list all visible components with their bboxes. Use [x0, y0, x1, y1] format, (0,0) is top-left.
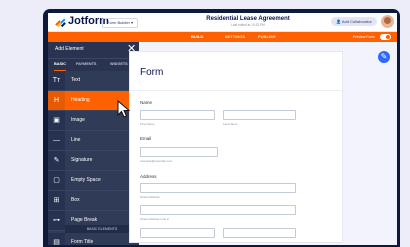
sidebar-item-signature[interactable]: ✎ Signature — [48, 151, 139, 171]
sidebar-item-label: Box — [71, 197, 80, 203]
empty-space-icon: ▢ — [53, 177, 60, 184]
sidebar-tabs: BASIC PAYMENTS WIDGETS — [48, 58, 139, 71]
street-address-2-input[interactable] — [140, 205, 296, 215]
street-address-2-sublabel: Street Address Line 2 — [140, 217, 169, 221]
form-builder-label: Form Builder — [107, 20, 130, 25]
first-name-input[interactable] — [140, 110, 215, 120]
chevron-down-icon: ▾ — [131, 20, 134, 25]
city-input[interactable] — [140, 228, 215, 238]
form-card: Form Name First Name Last Name Email exa… — [129, 51, 343, 243]
street-address-sublabel: Street Address — [140, 195, 160, 199]
last-edited-text: Last edited at 10:33 PM — [231, 23, 265, 27]
sidebar-icon-box: — — [48, 131, 65, 150]
form-title[interactable]: Residential Lease Agreement — [198, 16, 298, 22]
last-name-sublabel: Last Name — [223, 122, 238, 126]
tab-basic[interactable]: BASIC — [54, 59, 66, 71]
form-designer-button[interactable]: ✎ — [378, 51, 390, 63]
sidebar-icon-box: ⊞ — [48, 191, 65, 210]
sidebar-icon-box: ▣ — [48, 111, 65, 130]
form-heading[interactable]: Form — [140, 67, 163, 78]
form-title-icon: ▤ — [53, 239, 60, 245]
preview-form-toggle[interactable] — [380, 34, 391, 40]
sidebar-item-label: Empty Space — [71, 177, 101, 183]
box-icon: ⊞ — [53, 197, 60, 204]
signature-icon: ✎ — [53, 157, 60, 164]
sidebar-item-label: Heading — [71, 97, 90, 103]
sidebar-item-label: Signature — [71, 157, 93, 163]
preview-form-label: Preview Form — [353, 35, 375, 39]
email-input[interactable] — [140, 147, 218, 157]
tab-publish[interactable]: PUBLISH — [258, 32, 276, 42]
sidebar-title: Add Element — [55, 46, 84, 52]
street-address-input[interactable] — [140, 183, 296, 193]
sidebar-icon-box: ✎ — [48, 151, 65, 170]
tab-build[interactable]: BUILD — [191, 32, 203, 42]
top-bar: Jotform Form Builder ▾ Residential Lease… — [48, 13, 397, 32]
tab-settings[interactable]: SETTINGS — [225, 32, 245, 42]
sidebar-icon-box: H — [48, 91, 65, 110]
user-icon: 👤 — [336, 19, 341, 24]
tab-widgets[interactable]: WIDGETS — [110, 59, 128, 70]
sidebar-item-line[interactable]: — Line — [48, 131, 139, 151]
heading-icon: H — [53, 97, 60, 104]
sidebar-item-text[interactable]: Tт Text — [48, 71, 139, 91]
section-label-basic-elements: BASIC ELEMENTS — [65, 225, 139, 233]
email-label: Email — [140, 136, 152, 141]
sidebar-header: Add Element ✕ — [48, 42, 139, 58]
sidebar-icon-box: Tт — [48, 71, 65, 90]
name-label: Name — [140, 100, 153, 105]
tab-payments[interactable]: PAYMENTS — [76, 59, 96, 70]
jotform-logo-icon[interactable] — [54, 16, 68, 28]
sidebar-icon-box: ▤ — [48, 233, 65, 245]
form-builder-dropdown[interactable]: Form Builder ▾ — [102, 18, 139, 28]
sidebar-item-label: Form Title — [71, 239, 94, 245]
text-icon: Tт — [52, 77, 61, 84]
page-break-icon: ⊶ — [53, 217, 60, 224]
divider — [130, 90, 342, 91]
add-collaborator-label: Add Collaborator — [341, 19, 372, 24]
sidebar-item-label: Image — [71, 117, 85, 123]
address-label: Address — [140, 174, 157, 179]
image-icon: ▣ — [53, 117, 60, 124]
builder-nav-bar: BUILD SETTINGS PUBLISH Preview Form — [48, 32, 397, 42]
state-input[interactable] — [223, 228, 296, 238]
avatar[interactable] — [381, 15, 394, 28]
email-sublabel: example@example.com — [140, 159, 173, 163]
sidebar-item-empty-space[interactable]: ▢ Empty Space — [48, 171, 139, 191]
first-name-sublabel: First Name — [140, 122, 155, 126]
sidebar-icon-box: ⊶ — [48, 211, 65, 230]
paint-roller-icon: ✎ — [380, 52, 388, 61]
sidebar-icon-box: ▢ — [48, 171, 65, 190]
mouse-cursor-icon — [117, 100, 131, 118]
sidebar-item-box[interactable]: ⊞ Box — [48, 191, 139, 211]
sidebar-item-label: Text — [71, 77, 81, 83]
last-name-input[interactable] — [223, 110, 296, 120]
sidebar-item-form-title[interactable]: ▤ Form Title — [48, 233, 139, 245]
sidebar-item-label: Line — [71, 137, 81, 143]
add-collaborator-button[interactable]: 👤 Add Collaborator — [331, 17, 377, 26]
add-element-sidebar: Add Element ✕ BASIC PAYMENTS WIDGETS Tт … — [48, 42, 139, 245]
line-icon: — — [53, 137, 60, 144]
